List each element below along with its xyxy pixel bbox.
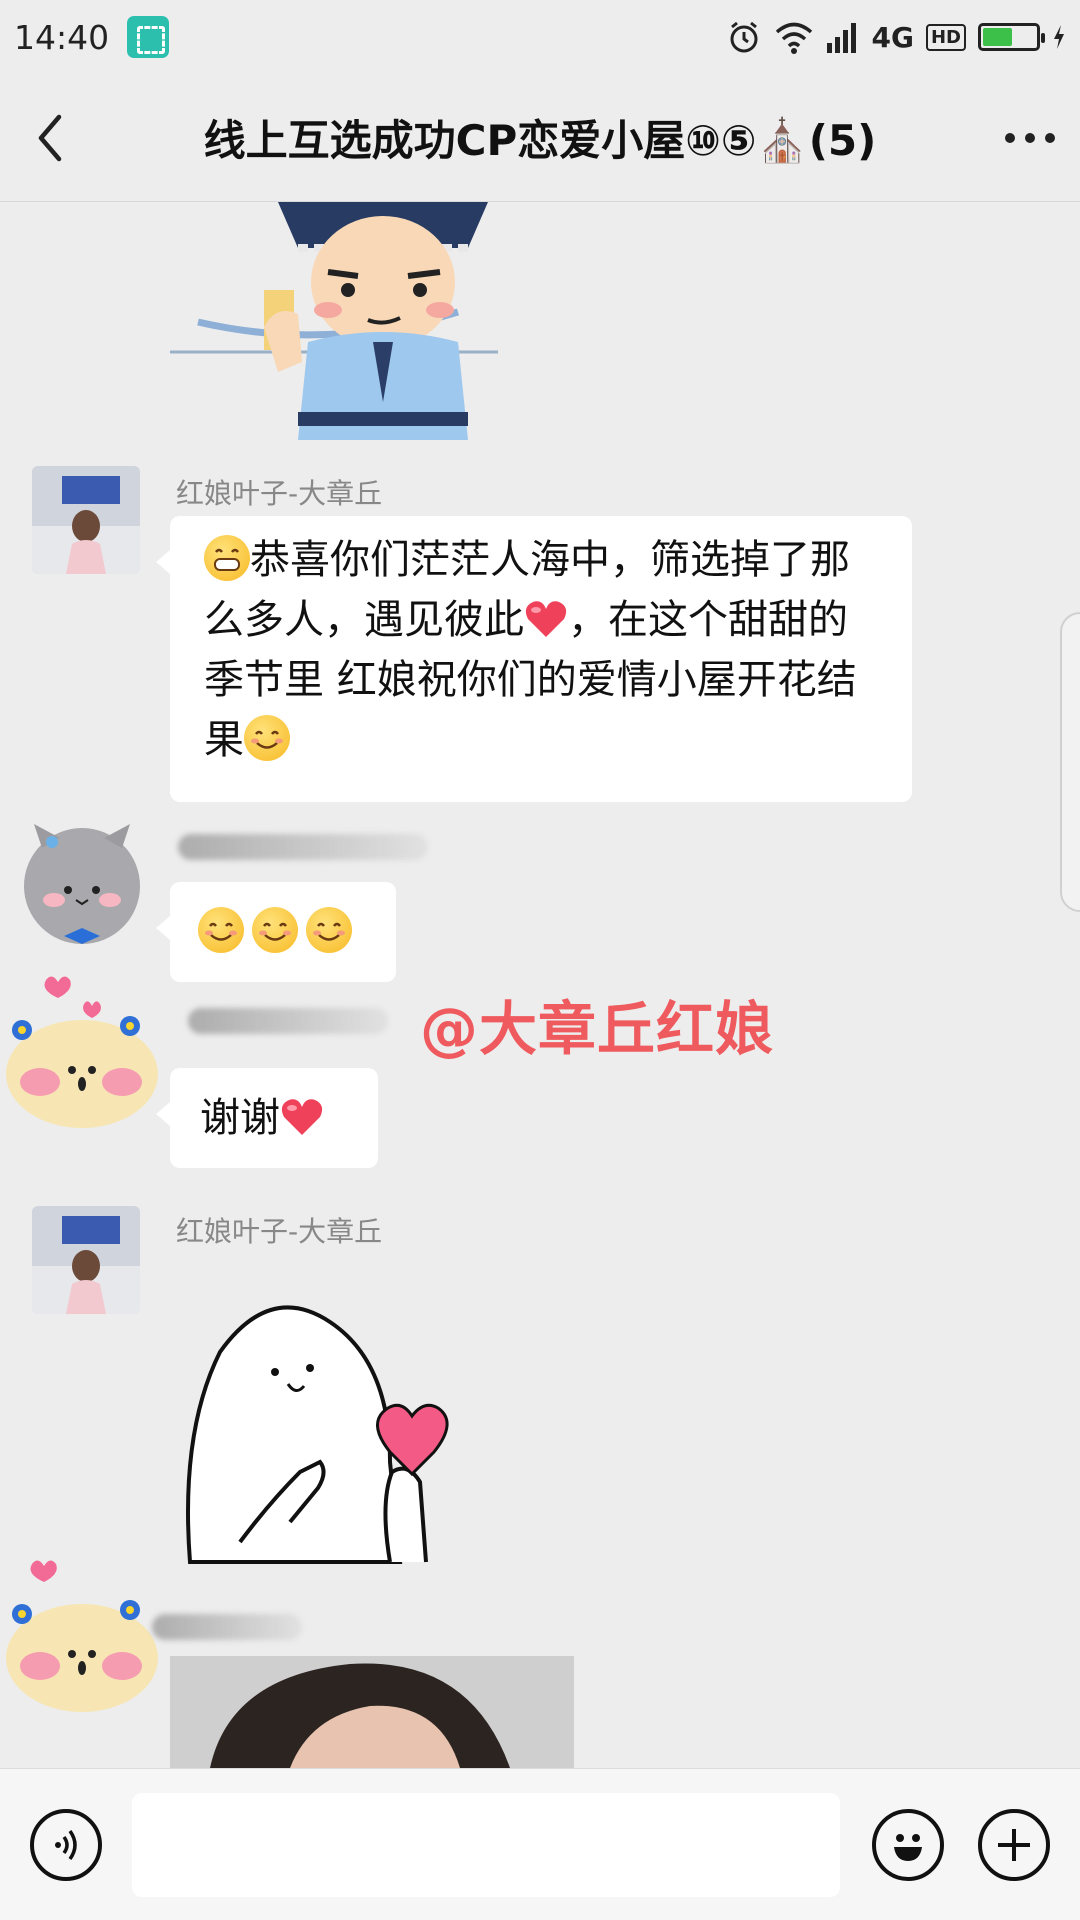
sender-name: 红娘叶子-大章丘 xyxy=(176,1215,383,1248)
message-bubble[interactable]: 恭喜你们茫茫人海中，筛选掉了那么多人，遇见彼此 ，在这个甜甜的季节里 红娘祝你们的… xyxy=(156,516,912,802)
smile-emoji-icon xyxy=(198,907,244,953)
avatar[interactable] xyxy=(12,818,152,958)
smile-emoji-icon xyxy=(306,907,352,953)
message-bubble[interactable] xyxy=(156,882,396,982)
blurred-sender-name xyxy=(152,1614,302,1640)
voice-icon xyxy=(55,1829,77,1861)
sender-name: 红娘叶子-大章丘 xyxy=(176,477,383,510)
message-text: 谢谢 xyxy=(200,1095,280,1141)
alarm-icon xyxy=(730,21,758,53)
blurred-sender-name xyxy=(188,1008,388,1034)
photo-message[interactable] xyxy=(170,1656,574,1768)
chat-header: 线上互选成功CP恋爱小屋⑩⑤⛪(5) xyxy=(0,74,1080,202)
status-bar: 14:40 4G HD xyxy=(0,0,1080,74)
plus-icon xyxy=(998,1829,1030,1861)
status-icons: 4G HD xyxy=(726,19,1066,55)
grin-emoji-icon xyxy=(204,535,250,581)
avatar[interactable] xyxy=(0,1556,160,1716)
blurred-sender-name xyxy=(178,834,428,860)
message-input[interactable] xyxy=(132,1793,840,1897)
smile-emoji-icon xyxy=(252,907,298,953)
screenshot-icon xyxy=(127,16,170,58)
avatar[interactable] xyxy=(32,466,140,574)
watermark: @大章丘红娘 xyxy=(420,995,775,1063)
chat-title: 线上互选成功CP恋爱小屋⑩⑤⛪(5) xyxy=(203,116,877,165)
heart-sticker[interactable] xyxy=(180,1292,490,1572)
chat-messages[interactable]: 红娘叶子-大章丘 恭喜你们茫茫人海中，筛选掉了那么多人，遇见彼此 ，在这个甜甜的季… xyxy=(0,202,1080,1768)
add-button[interactable] xyxy=(978,1809,1050,1881)
more-icon xyxy=(1005,132,1055,143)
hd-badge: HD xyxy=(925,23,966,51)
battery-icon xyxy=(978,23,1045,51)
heart-emoji-icon xyxy=(524,596,568,637)
message-bubble[interactable]: 谢谢 xyxy=(156,1068,378,1168)
back-button[interactable] xyxy=(0,74,100,201)
chevron-left-icon xyxy=(38,114,62,161)
voice-button[interactable] xyxy=(30,1809,102,1881)
input-bar xyxy=(0,1768,1080,1920)
status-time: 14:40 xyxy=(14,17,110,57)
smiley-icon xyxy=(894,1834,922,1861)
signal-icon xyxy=(826,23,856,53)
wifi-icon xyxy=(775,22,812,54)
network-type: 4G xyxy=(871,20,914,54)
more-button[interactable] xyxy=(980,74,1080,201)
police-sticker[interactable] xyxy=(168,202,498,440)
avatar[interactable] xyxy=(32,1206,140,1314)
side-handle[interactable] xyxy=(1060,612,1080,912)
smile-emoji-icon xyxy=(244,715,290,761)
heart-emoji-icon xyxy=(280,1094,324,1135)
emoji-button[interactable] xyxy=(872,1809,944,1881)
avatar[interactable] xyxy=(0,972,160,1132)
charging-icon xyxy=(1054,25,1064,49)
